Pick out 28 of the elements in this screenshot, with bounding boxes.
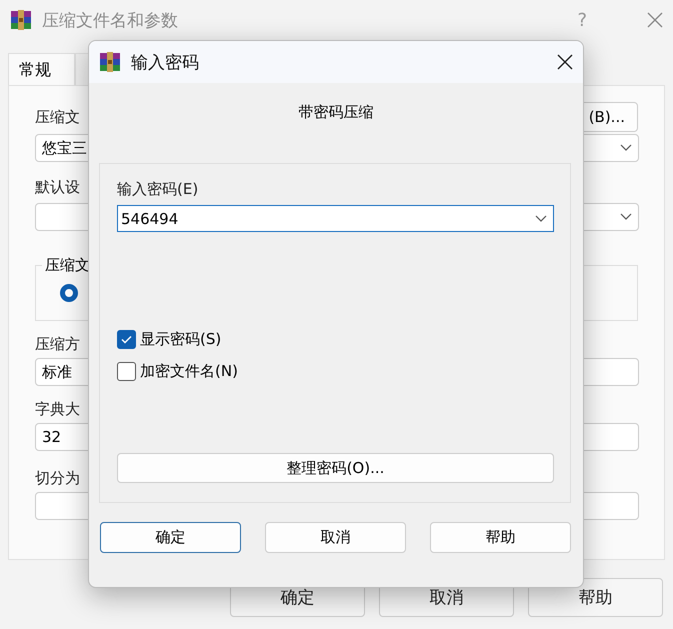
- close-icon[interactable]: [557, 54, 573, 70]
- organize-passwords-button[interactable]: 整理密码(O)...: [117, 453, 554, 483]
- dialog-button[interactable]: 帮助: [430, 522, 571, 553]
- field-label: 字典大: [35, 400, 80, 419]
- checkbox-label[interactable]: 显示密码(S): [140, 330, 222, 348]
- checkbox-label[interactable]: 加密文件名(N): [140, 362, 238, 380]
- field-label: 输入密码(E): [117, 180, 198, 199]
- field-label: 切分为: [35, 469, 80, 488]
- checkbox[interactable]: [117, 362, 136, 380]
- chevron-down-icon: [535, 214, 547, 222]
- dialog-title: 输入密码: [131, 52, 200, 74]
- check-icon: [121, 334, 132, 344]
- field-label: 压缩文: [35, 108, 80, 126]
- archive-logo-icon: [99, 51, 121, 73]
- chevron-down-icon: [620, 213, 632, 221]
- field-label: 默认设: [35, 178, 80, 197]
- password-field[interactable]: 546494: [117, 205, 554, 232]
- tab[interactable]: 常规: [8, 53, 75, 85]
- chevron-down-icon: [620, 144, 632, 152]
- field-label: 压缩方: [35, 335, 80, 354]
- archive-logo-icon: [10, 9, 32, 31]
- checkbox[interactable]: [117, 330, 136, 348]
- dialog-button[interactable]: 帮助: [528, 578, 663, 617]
- window-title: 压缩文件名和参数: [42, 10, 179, 32]
- radio-button[interactable]: [60, 284, 78, 302]
- dialog-button[interactable]: 确定: [100, 522, 241, 553]
- dialog-heading: 带密码压缩: [298, 103, 374, 123]
- dialog-button[interactable]: 取消: [265, 522, 406, 553]
